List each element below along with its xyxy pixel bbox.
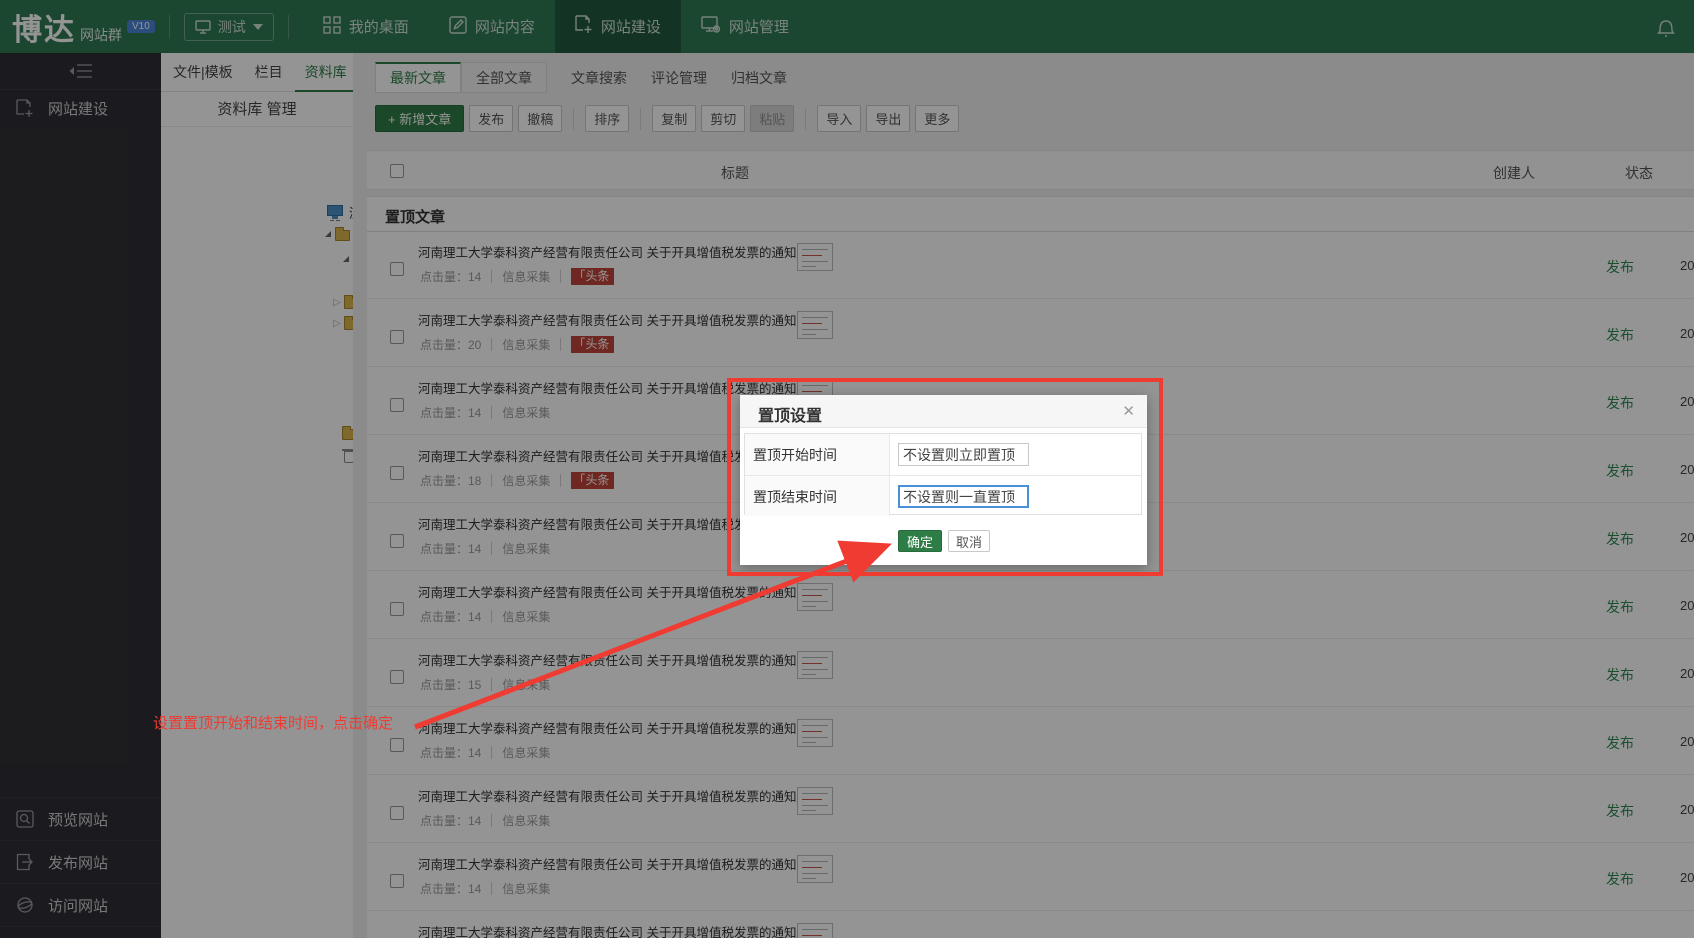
confirm-button[interactable]: 确定 <box>898 530 942 552</box>
form-field-label: 置顶结束时间 <box>753 489 837 505</box>
close-icon[interactable]: ✕ <box>1122 402 1135 420</box>
pin-time-input[interactable] <box>898 485 1029 508</box>
app-root: 博达 网站群 V10 测试 我的桌面 网站内容 网站建设 网站管理 网站建设 预览网站… <box>0 0 1694 938</box>
pin-settings-modal: 置顶设置 ✕ 置顶开始时间置顶结束时间 确定 取消 <box>740 395 1147 565</box>
modal-form-row: 置顶结束时间 <box>745 475 1141 516</box>
modal-form: 置顶开始时间置顶结束时间 <box>744 433 1142 516</box>
pin-time-input[interactable] <box>898 443 1029 466</box>
modal-form-row: 置顶开始时间 <box>745 434 1141 475</box>
cancel-button[interactable]: 取消 <box>948 530 990 552</box>
modal-header: 置顶设置 ✕ <box>740 395 1147 428</box>
annotation-text: 设置置顶开始和结束时间，点击确定 <box>153 715 394 732</box>
modal-title: 置顶设置 <box>758 408 823 425</box>
form-field-label: 置顶开始时间 <box>753 447 837 463</box>
